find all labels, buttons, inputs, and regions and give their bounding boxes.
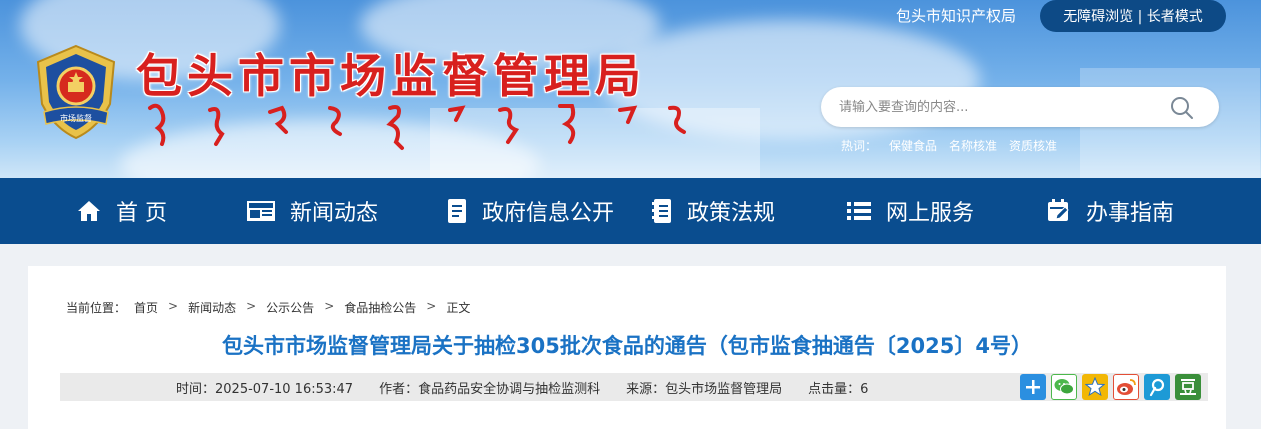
nav-item-online-service[interactable]: 网上服务 xyxy=(846,178,974,244)
weibo-icon[interactable] xyxy=(1113,374,1139,400)
site-header: 市场监督 包头市市场监督管理局 包头市知识产权局 无障碍浏览 | 长者模式 热词… xyxy=(0,0,1261,178)
breadcrumb: 当前位置： 首页 > 新闻动态 > 公示公告 > 食品抽检公告 > 正文 xyxy=(66,299,470,316)
site-title: 包头市市场监督管理局 xyxy=(136,49,646,103)
hot-word-link[interactable]: 保健食品 xyxy=(889,137,937,154)
nav-label: 新闻动态 xyxy=(290,201,379,226)
main-nav: 首 页 新闻动态 政府信息公开 政策法规 网上服务 办事指南 xyxy=(0,178,1261,244)
share-bar xyxy=(1020,374,1201,400)
nav-item-guide[interactable]: 办事指南 xyxy=(1046,178,1174,244)
nav-label: 网上服务 xyxy=(886,201,975,226)
qzone-icon[interactable] xyxy=(1082,374,1108,400)
breadcrumb-current: 正文 xyxy=(446,301,471,315)
publish-time: 时间：2025-07-10 16:53:47 xyxy=(176,381,354,397)
douban-icon[interactable] xyxy=(1175,374,1201,400)
breadcrumb-separator: > xyxy=(426,299,437,313)
nav-label: 政策法规 xyxy=(687,201,776,226)
tencent-weibo-icon[interactable] xyxy=(1144,374,1170,400)
breadcrumb-separator: > xyxy=(168,299,179,313)
breadcrumb-link[interactable]: 食品抽检公告 xyxy=(344,299,416,316)
news-icon xyxy=(247,201,275,221)
hot-words-label: 热词： xyxy=(841,139,878,153)
nav-label: 政府信息公开 xyxy=(482,201,615,226)
wechat-icon[interactable] xyxy=(1051,374,1077,400)
source: 来源：包头市场监督管理局 xyxy=(626,381,783,397)
article-title: 包头市市场监督管理局关于抽检305批次食品的通告（包市监食抽通告〔2025〕4号… xyxy=(222,334,1032,358)
nav-label: 办事指南 xyxy=(1086,201,1175,226)
breadcrumb-link[interactable]: 公示公告 xyxy=(266,299,314,316)
plus-share-icon[interactable] xyxy=(1020,374,1046,400)
svg-text:市场监督: 市场监督 xyxy=(60,113,92,123)
nav-label: 首 页 xyxy=(116,201,167,226)
hot-word-link[interactable]: 名称核准 xyxy=(949,137,997,154)
hot-word-link[interactable]: 资质核准 xyxy=(1009,137,1057,154)
article-card: 当前位置： 首页 > 新闻动态 > 公示公告 > 食品抽检公告 > 正文 包头市… xyxy=(28,266,1226,429)
nav-item-news[interactable]: 新闻动态 xyxy=(246,178,378,244)
nav-item-gov-info[interactable]: 政府信息公开 xyxy=(446,178,614,244)
hot-words: 热词： 保健食品 名称核准 资质核准 xyxy=(841,137,1057,154)
list-icon xyxy=(847,202,871,220)
article-meta: 时间：2025-07-10 16:53:47 作者：食品药品安全协调与抽检监测科… xyxy=(176,373,894,401)
click-count: 点击量：6 xyxy=(808,381,869,397)
search-icon[interactable] xyxy=(1169,95,1195,121)
home-icon xyxy=(78,201,100,221)
document-icon xyxy=(448,199,466,223)
search-input[interactable] xyxy=(839,87,1159,127)
calendar-edit-icon xyxy=(1048,199,1069,221)
breadcrumb-link[interactable]: 新闻动态 xyxy=(188,299,236,316)
author: 作者：食品药品安全协调与抽检监测科 xyxy=(379,381,601,397)
article-meta-bar: 时间：2025-07-10 16:53:47 作者：食品药品安全协调与抽检监测科… xyxy=(60,373,1208,401)
ip-office-link[interactable]: 包头市知识产权局 xyxy=(896,5,1016,26)
market-supervision-emblem: 市场监督 xyxy=(36,44,116,140)
breadcrumb-separator: > xyxy=(324,299,335,313)
breadcrumb-link[interactable]: 首页 xyxy=(134,299,158,316)
accessibility-button[interactable]: 无障碍浏览 | 长者模式 xyxy=(1040,0,1226,32)
nav-item-home[interactable]: 首 页 xyxy=(76,178,167,244)
nav-item-policy[interactable]: 政策法规 xyxy=(651,178,775,244)
book-icon xyxy=(652,199,671,223)
search-box xyxy=(821,87,1219,127)
breadcrumb-label: 当前位置： xyxy=(66,301,127,315)
breadcrumb-separator: > xyxy=(246,299,257,313)
mongolian-script-title xyxy=(148,103,686,150)
